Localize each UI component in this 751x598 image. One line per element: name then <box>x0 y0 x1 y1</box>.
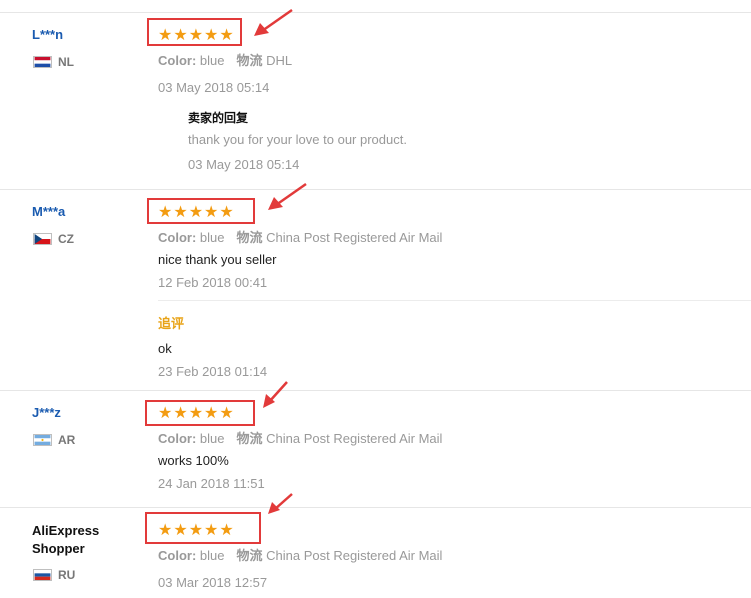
review-date: 03 Mar 2018 12:57 <box>158 575 268 590</box>
reply-indent-bar <box>172 104 175 174</box>
annotation-arrow-icon <box>268 182 307 210</box>
review-text: works 100% <box>158 453 229 468</box>
order-info: Color: blue 物流 China Post Registered Air … <box>158 428 442 447</box>
review-date: 24 Jan 2018 11:51 <box>158 476 265 491</box>
order-info: Color: blue 物流 DHL <box>158 50 292 69</box>
color-value: blue <box>199 548 225 563</box>
reviewer-country: CZ <box>33 232 74 246</box>
shipping-value: China Post Registered Air Mail <box>266 548 443 563</box>
annotation-arrow-icon <box>263 381 288 408</box>
color-value: blue <box>199 431 225 446</box>
rating-highlight-box <box>147 18 242 46</box>
reviewer-name[interactable]: AliExpress Shopper <box>32 522 99 558</box>
annotation-arrow-icon <box>254 8 293 36</box>
followup-label: 追评 <box>158 316 185 331</box>
seller-reply-date: 03 May 2018 05:14 <box>188 157 300 172</box>
review-date: 12 Feb 2018 00:41 <box>158 275 268 290</box>
color-label: Color: <box>158 548 197 563</box>
seller-reply-text: thank you for your love to our product. <box>188 132 407 147</box>
color-label: Color: <box>158 431 197 446</box>
reviewer-name[interactable]: L***n <box>32 26 63 44</box>
argentina-flag-icon <box>33 434 52 446</box>
color-value: blue <box>199 230 225 245</box>
reviewer-name[interactable]: M***a <box>32 203 65 221</box>
reviewer-name-line: Shopper <box>32 541 85 556</box>
review-divider <box>0 390 751 391</box>
country-code: NL <box>58 55 74 69</box>
followup-text: ok <box>158 341 172 356</box>
review-divider <box>0 507 751 508</box>
shipping-label: 物流 <box>236 230 263 245</box>
order-info: Color: blue 物流 China Post Registered Air … <box>158 227 442 246</box>
top-divider <box>0 12 751 13</box>
reviewer-name-line: AliExpress <box>32 523 100 538</box>
netherlands-flag-icon <box>33 56 52 68</box>
shipping-label: 物流 <box>236 548 263 563</box>
color-label: Color: <box>158 230 197 245</box>
shipping-value: China Post Registered Air Mail <box>266 431 443 446</box>
czech-flag-icon <box>33 233 52 245</box>
shipping-value: China Post Registered Air Mail <box>266 230 443 245</box>
shipping-value: DHL <box>266 53 293 68</box>
country-code: RU <box>58 568 76 582</box>
shipping-label: 物流 <box>236 53 263 68</box>
order-info: Color: blue 物流 China Post Registered Air … <box>158 545 442 564</box>
rating-highlight-box <box>145 400 255 426</box>
followup-date: 23 Feb 2018 01:14 <box>158 364 268 379</box>
reviewer-country: RU <box>33 568 75 582</box>
review-divider <box>0 189 751 190</box>
review-date: 03 May 2018 05:14 <box>158 80 270 95</box>
review-text: nice thank you seller <box>158 252 277 267</box>
followup-divider <box>158 300 751 301</box>
seller-reply-title: 卖家的回复 <box>188 111 249 125</box>
color-value: blue <box>199 53 225 68</box>
russia-flag-icon <box>33 569 52 581</box>
country-code: CZ <box>58 232 74 246</box>
color-label: Color: <box>158 53 197 68</box>
shipping-label: 物流 <box>236 431 263 446</box>
reviewer-country: NL <box>33 55 74 69</box>
country-code: AR <box>58 433 76 447</box>
annotation-arrow-icon <box>268 493 293 514</box>
reviewer-name[interactable]: J***z <box>32 404 61 422</box>
reviewer-country: AR <box>33 433 75 447</box>
rating-highlight-box <box>147 198 255 224</box>
rating-highlight-box <box>145 512 261 544</box>
